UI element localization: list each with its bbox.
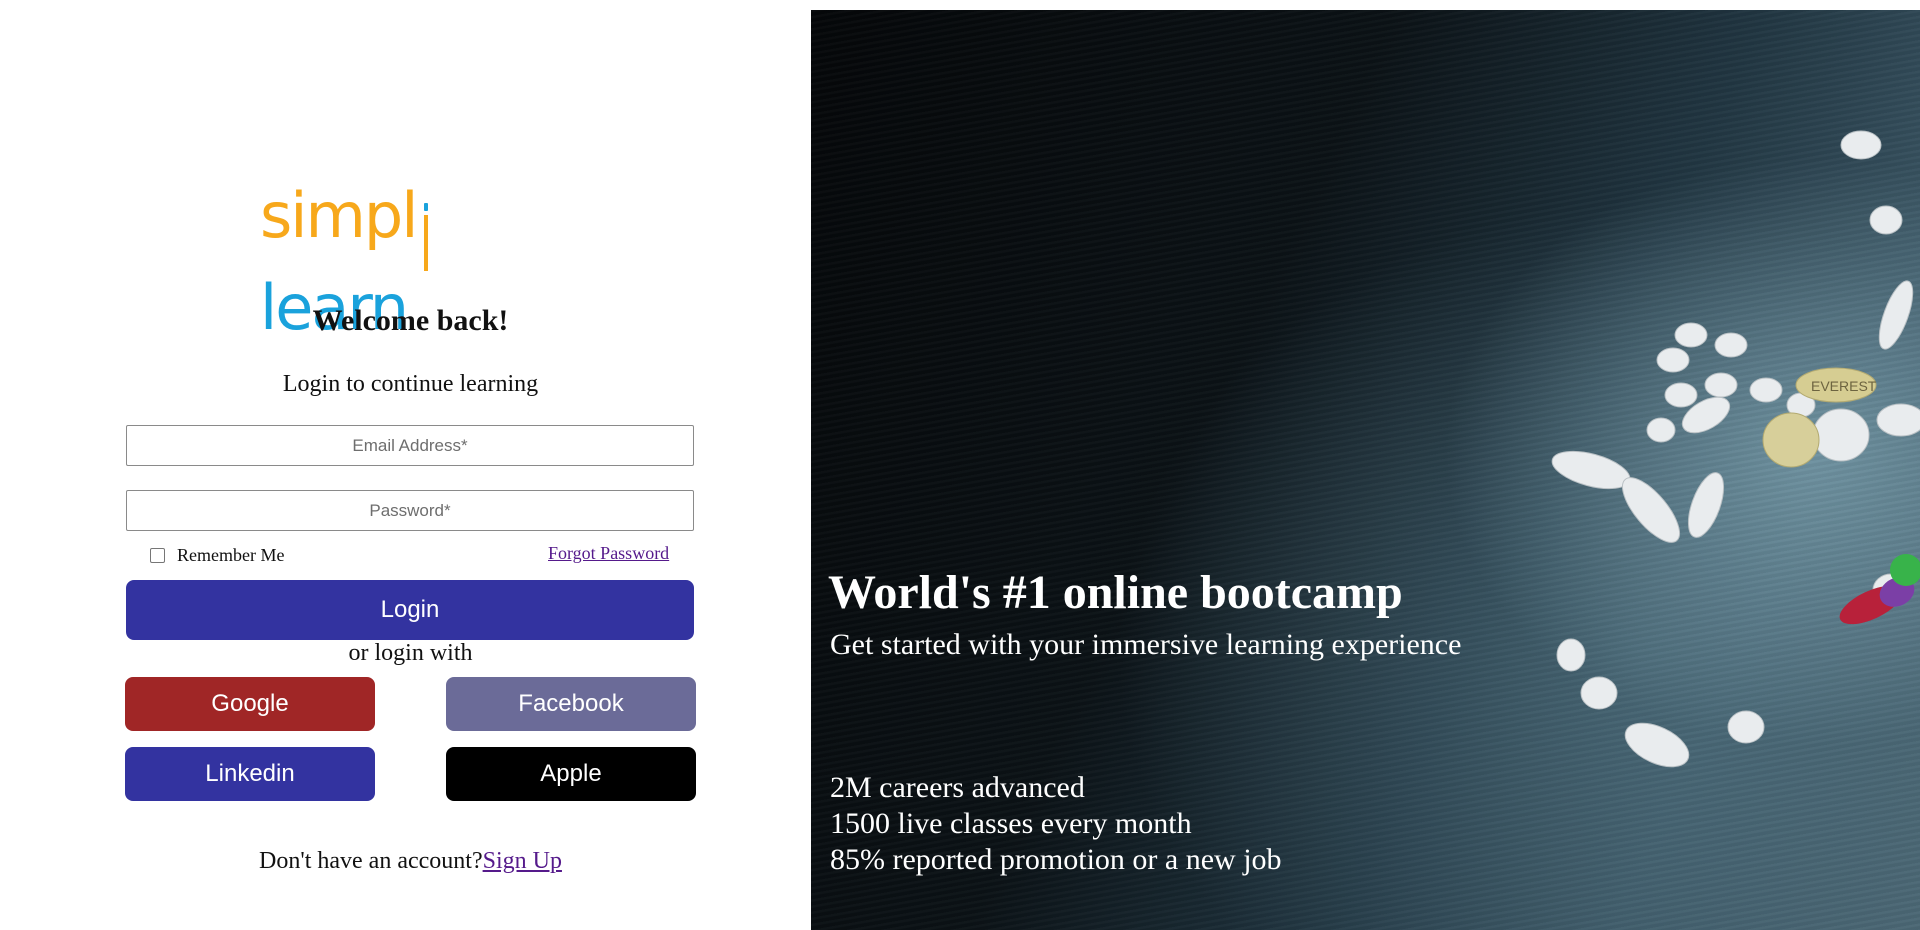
facebook-login-button[interactable]: Facebook (446, 677, 696, 731)
stat-line: 2M careers advanced (830, 771, 1085, 804)
login-panel: simpllearn Welcome back! Login to contin… (0, 0, 811, 930)
apple-login-button[interactable]: Apple (446, 747, 696, 801)
hero-title: World's #1 online bootcamp (828, 566, 1403, 619)
simplilearn-logo: simpllearn (260, 170, 560, 344)
hero-subtitle: Get started with your immersive learning… (830, 628, 1462, 661)
welcome-heading: Welcome back! (312, 304, 509, 337)
linkedin-login-button[interactable]: Linkedin (125, 747, 375, 801)
logo-i-glyph (421, 197, 431, 271)
email-field[interactable] (126, 425, 694, 466)
stat-line: 1500 live classes every month (830, 807, 1192, 840)
hero-image-panel: EVEREST World's #1 online bootcamp Get s… (811, 10, 1920, 930)
or-login-with-text: or login with (348, 640, 473, 666)
remember-me-checkbox[interactable] (150, 547, 165, 563)
forgot-password-link[interactable]: Forgot Password (548, 543, 669, 564)
no-account-text: Don't have an account? (259, 848, 483, 874)
hero-stats: 2M careers advanced 1500 live classes ev… (830, 770, 1282, 878)
signup-prompt: Don't have an account?Sign Up (0, 848, 821, 875)
stat-line: 85% reported promotion or a new job (830, 843, 1282, 876)
remember-me-label: Remember Me (177, 544, 285, 565)
pill-imprint: EVEREST (1811, 378, 1877, 394)
remember-me-row[interactable]: Remember Me (150, 545, 284, 565)
password-field[interactable] (126, 490, 694, 531)
sign-up-link[interactable]: Sign Up (483, 848, 562, 874)
logo-part-simpl: simpl (260, 179, 419, 252)
login-subtitle: Login to continue learning (282, 371, 539, 397)
google-login-button[interactable]: Google (125, 677, 375, 731)
login-button[interactable]: Login (126, 580, 694, 640)
